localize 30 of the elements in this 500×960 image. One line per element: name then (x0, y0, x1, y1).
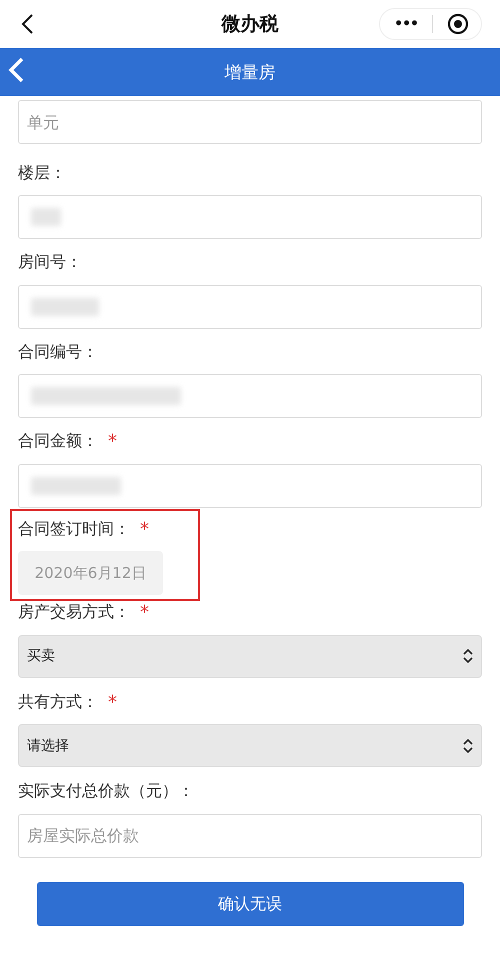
required-mark: * (140, 602, 149, 623)
required-mark: * (108, 692, 117, 712)
field-label: 楼层： (18, 162, 66, 184)
more-button[interactable]: ••• (394, 16, 418, 32)
select-field[interactable]: 请选择 (18, 724, 482, 767)
field-label: 房产交易方式： (18, 602, 130, 623)
input-field[interactable]: 房屋实际总价款 (18, 814, 482, 858)
close-target-icon[interactable] (447, 13, 469, 35)
input-field[interactable] (18, 284, 482, 328)
field-label: 房间号： (18, 252, 82, 273)
input-field[interactable]: 单元 (18, 100, 482, 144)
chevron-updown-icon (463, 649, 473, 663)
required-mark: * (140, 518, 149, 540)
field-label: 共有方式： (18, 692, 98, 712)
confirm-button[interactable]: 确认无误 (36, 882, 464, 926)
page-title: 增量房 (224, 62, 276, 84)
app-title: 微办税 (220, 12, 280, 37)
field-label: 实际支付总价款（元）： (18, 781, 194, 802)
chevron-updown-icon (463, 738, 473, 752)
field-label: 合同编号： (18, 342, 98, 362)
field-label: 合同金额： (18, 431, 98, 452)
input-field[interactable] (18, 374, 482, 418)
redacted-value (31, 298, 99, 316)
select-field[interactable]: 买卖 (18, 634, 482, 678)
input-field[interactable] (18, 195, 482, 239)
back-icon[interactable] (20, 13, 34, 35)
capsule-menu[interactable]: ••• (379, 8, 482, 40)
required-mark: * (108, 431, 117, 452)
input-field[interactable] (18, 464, 482, 508)
field-label: 合同签订时间： (18, 518, 130, 540)
